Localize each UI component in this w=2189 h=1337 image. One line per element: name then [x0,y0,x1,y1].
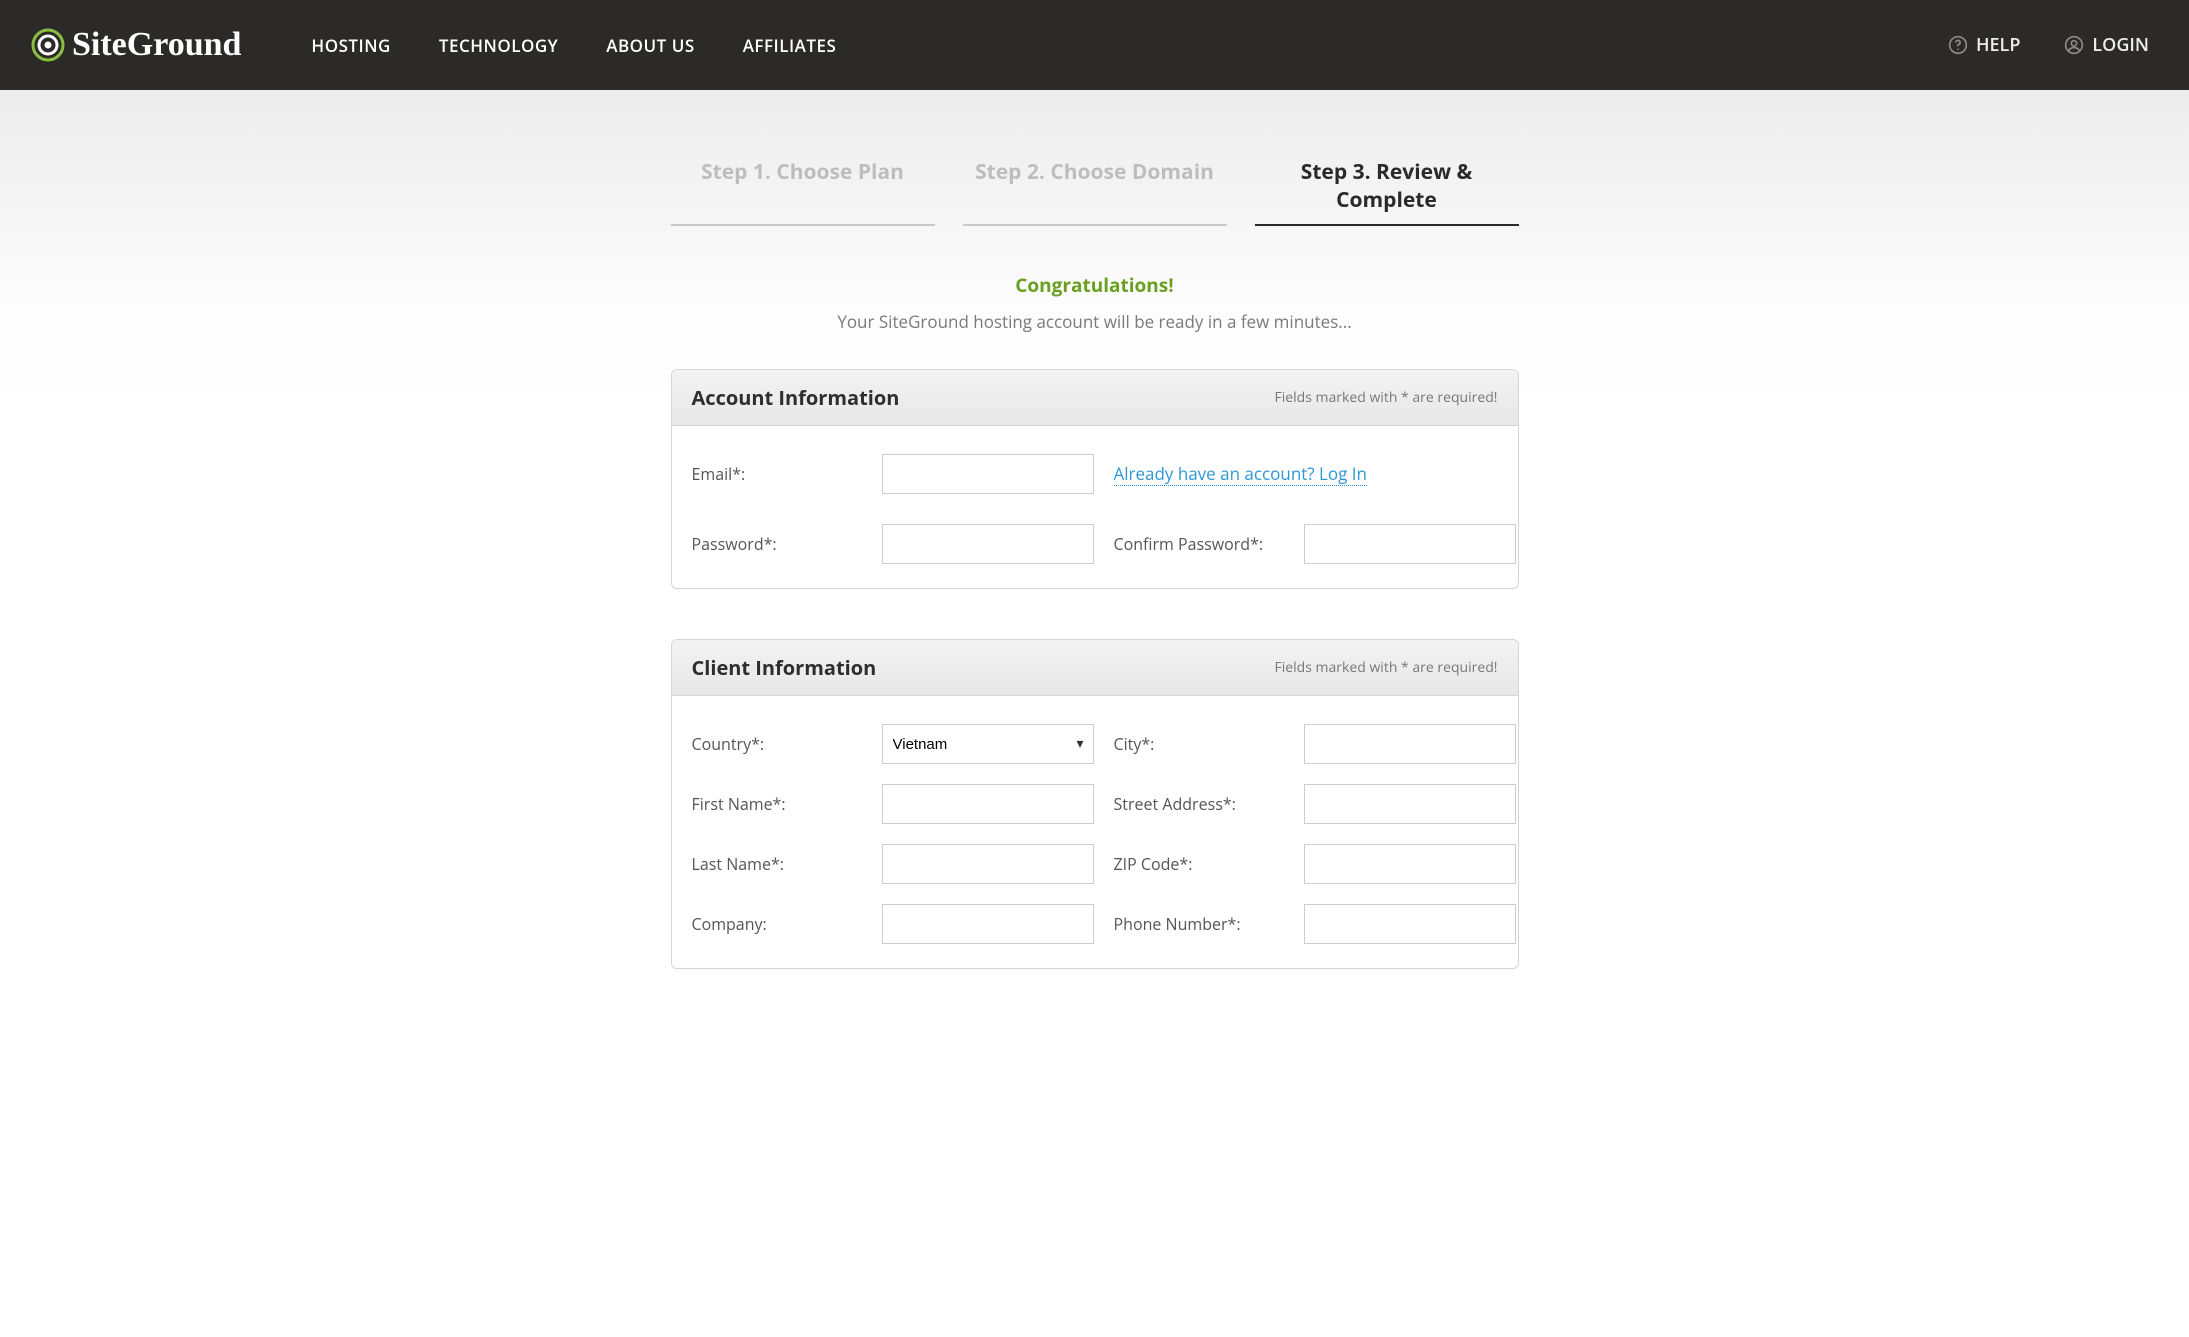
user-icon [2064,35,2084,55]
help-icon [1948,35,1968,55]
first-name-field[interactable] [882,784,1094,824]
phone-field[interactable] [1304,904,1516,944]
brand-logo[interactable]: SiteGround [30,26,241,64]
company-field[interactable] [882,904,1094,944]
confirm-password-label: Confirm Password*: [1114,533,1284,555]
required-note-2: Fields marked with * are required! [1275,658,1498,677]
login-label: LOGIN [2092,33,2149,57]
nav-technology[interactable]: TECHNOLOGY [439,34,558,57]
city-label: City*: [1114,733,1284,755]
login-link[interactable]: LOGIN [2064,33,2149,57]
country-label: Country*: [692,733,862,755]
header-right: HELP LOGIN [1948,33,2149,57]
page-body: Step 1. Choose Plan Step 2. Choose Domai… [0,90,2189,1337]
primary-nav: HOSTING TECHNOLOGY ABOUT US AFFILIATES [311,34,836,57]
step-tabs: Step 1. Choose Plan Step 2. Choose Domai… [671,150,1519,226]
street-address-field[interactable] [1304,784,1516,824]
nav-about[interactable]: ABOUT US [606,34,694,57]
country-select[interactable]: Vietnam [882,724,1094,764]
phone-label: Phone Number*: [1114,913,1284,935]
zip-label: ZIP Code*: [1114,853,1284,875]
congrats-heading: Congratulations! [671,272,1519,298]
last-name-field[interactable] [882,844,1094,884]
client-info-panel: Client Information Fields marked with * … [671,639,1519,969]
client-info-title: Client Information [692,654,877,681]
zip-field[interactable] [1304,844,1516,884]
already-have-account-link[interactable]: Already have an account? Log In [1114,462,1367,486]
company-label: Company: [692,913,862,935]
step-3[interactable]: Step 3. Review & Complete [1255,150,1519,226]
brand-name: SiteGround [72,26,241,64]
nav-affiliates[interactable]: AFFILIATES [743,34,837,57]
nav-hosting[interactable]: HOSTING [311,34,390,57]
required-note: Fields marked with * are required! [1275,388,1498,407]
email-field[interactable] [882,454,1094,494]
password-field[interactable] [882,524,1094,564]
account-info-panel: Account Information Fields marked with *… [671,369,1519,589]
password-label: Password*: [692,533,862,555]
help-link[interactable]: HELP [1948,33,2020,57]
logo-spiral-icon [30,27,66,63]
help-label: HELP [1976,33,2020,57]
step-2[interactable]: Step 2. Choose Domain [963,150,1227,226]
street-address-label: Street Address*: [1114,793,1284,815]
site-header: SiteGround HOSTING TECHNOLOGY ABOUT US A… [0,0,2189,90]
congrats-subtext: Your SiteGround hosting account will be … [671,310,1519,333]
last-name-label: Last Name*: [692,853,862,875]
first-name-label: First Name*: [692,793,862,815]
step-1[interactable]: Step 1. Choose Plan [671,150,935,226]
confirm-password-field[interactable] [1304,524,1516,564]
account-info-title: Account Information [692,384,900,411]
email-label: Email*: [692,463,862,485]
city-field[interactable] [1304,724,1516,764]
